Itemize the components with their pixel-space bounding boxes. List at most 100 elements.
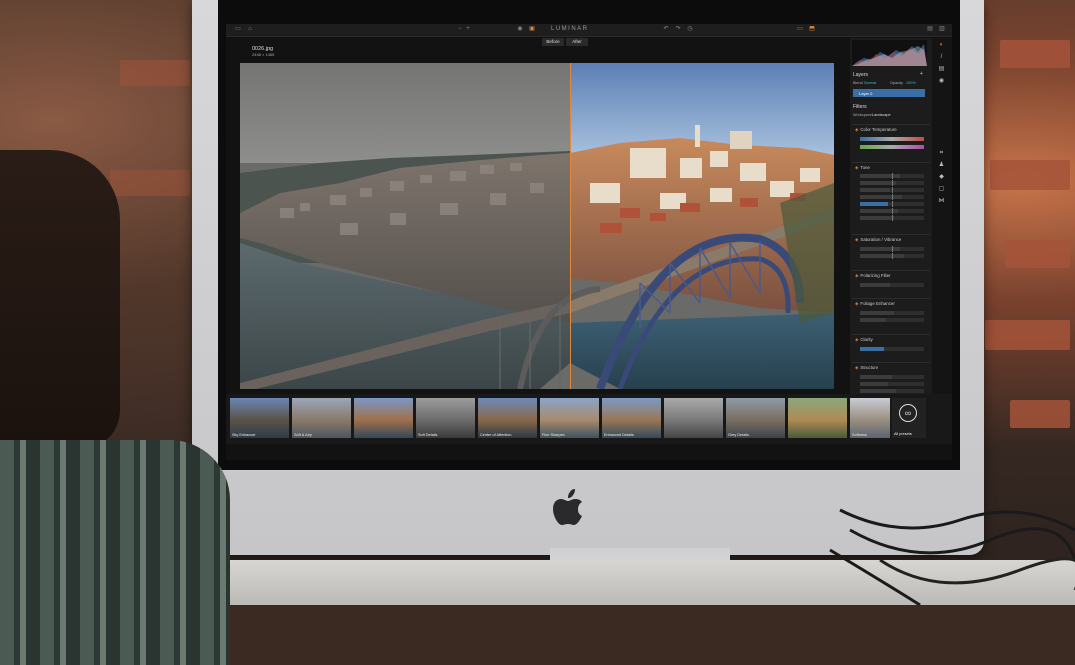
- tone-slider[interactable]: [860, 201, 924, 207]
- file-info: 0026.jpg 2448 × 1465: [252, 46, 274, 58]
- adjust-tool-icon[interactable]: ◐: [938, 42, 945, 48]
- share-icon[interactable]: ⬒: [808, 26, 816, 33]
- tool-strip: ◐ / ▤ ◉ ⌗ ♟ ◆ ▢ ⋈: [932, 38, 952, 394]
- wall-brick: [990, 160, 1070, 190]
- eye-icon[interactable]: ◉: [516, 26, 524, 33]
- clone-tool-icon[interactable]: ♟: [938, 162, 945, 168]
- tone-slider[interactable]: [860, 173, 924, 179]
- preset-thumbnail[interactable]: Sky Enhancer: [230, 398, 289, 438]
- gradient-tool-icon[interactable]: ▤: [938, 66, 945, 72]
- saturation-slider[interactable]: [860, 246, 924, 252]
- all-presets-button[interactable]: ∞ All presets: [892, 398, 926, 438]
- preset-label: Grey Details: [728, 433, 749, 437]
- section-header[interactable]: ◈ Foliage Enhancer: [852, 299, 930, 307]
- opacity-value[interactable]: 100%: [906, 81, 916, 85]
- tone-slider[interactable]: [860, 194, 924, 200]
- wall-brick: [1005, 240, 1070, 268]
- preset-thumbnail[interactable]: [664, 398, 723, 438]
- tone-slider[interactable]: [860, 215, 924, 221]
- add-layer-icon[interactable]: +: [920, 71, 923, 77]
- preset-thumbnail[interactable]: Fine Sharpen: [540, 398, 599, 438]
- open-file-icon[interactable]: ⌂: [246, 26, 254, 33]
- section-title: Color Temperature: [860, 127, 897, 132]
- structure-slider[interactable]: [860, 382, 924, 386]
- brush-tool-icon[interactable]: /: [938, 54, 945, 60]
- radial-tool-icon[interactable]: ◉: [938, 78, 945, 84]
- structure-slider[interactable]: [860, 375, 924, 379]
- undo-icon[interactable]: ↶: [662, 26, 670, 33]
- section-title: Tone: [860, 165, 870, 170]
- transform-tool-icon[interactable]: ⋈: [938, 198, 945, 204]
- tone-slider[interactable]: [860, 180, 924, 186]
- compare-icon[interactable]: ▣: [528, 26, 536, 33]
- zoom-icon[interactable]: −: [456, 26, 464, 33]
- preset-thumbnail[interactable]: [788, 398, 847, 438]
- section-title: Polarizing Filter: [860, 273, 891, 278]
- layer-name: Layer 0: [859, 90, 873, 96]
- app-title: LUMINAR: [551, 26, 589, 32]
- preset-label: Sky Enhancer: [232, 433, 256, 437]
- preset-label: Center of Attention: [480, 433, 512, 437]
- temperature-slider[interactable]: [860, 137, 924, 141]
- wall-brick: [985, 320, 1070, 350]
- section-header[interactable]: ◈ Polarizing Filter: [852, 271, 930, 279]
- preset-thumbnail[interactable]: Soft Details: [416, 398, 475, 438]
- preset-label: Soft Details: [418, 433, 438, 437]
- layout-icon[interactable]: ▭: [796, 26, 804, 33]
- crop-tool-icon[interactable]: ⌗: [938, 150, 945, 156]
- structure-slider[interactable]: [860, 389, 924, 393]
- after-button[interactable]: After: [566, 38, 588, 46]
- preset-thumbnail[interactable]: Softness: [850, 398, 890, 438]
- preset-label: Softness: [852, 433, 867, 437]
- wall-brick: [1000, 40, 1070, 68]
- preset-thumbnail[interactable]: Enhanced Details: [602, 398, 661, 438]
- layer-row[interactable]: Layer 0: [853, 89, 925, 97]
- workspace-value[interactable]: Landscape: [872, 113, 891, 117]
- preset-label: Soft & Airy: [294, 433, 312, 437]
- infinity-icon: ∞: [899, 404, 917, 422]
- foliage-slider[interactable]: [860, 311, 924, 315]
- blend-value[interactable]: Normal: [864, 81, 876, 85]
- section-header[interactable]: ◈ Color Temperature: [852, 125, 930, 133]
- preset-thumbnail[interactable]: [354, 398, 413, 438]
- section-header[interactable]: ◈ Tone: [852, 163, 930, 171]
- preset-thumbnail[interactable]: Soft & Airy: [292, 398, 351, 438]
- sidebar-icon[interactable]: ▭: [234, 26, 242, 33]
- tint-slider[interactable]: [860, 145, 924, 149]
- compare-divider[interactable]: [570, 63, 571, 389]
- preset-label: Fine Sharpen: [542, 433, 565, 437]
- section-header[interactable]: ◈ Structure: [852, 363, 930, 371]
- clarity-section: ◈ Clarity: [852, 334, 930, 357]
- preset-thumbnail[interactable]: Grey Details: [726, 398, 785, 438]
- layers-title: Layers: [853, 72, 869, 78]
- before-button[interactable]: Before: [542, 38, 564, 46]
- erase-tool-icon[interactable]: ◆: [938, 174, 945, 180]
- photo-canvas[interactable]: [240, 63, 834, 389]
- preset-label: Enhanced Details: [604, 433, 634, 437]
- polarizing-filter-section: ◈ Polarizing Filter: [852, 270, 930, 293]
- clarity-slider[interactable]: [860, 347, 924, 351]
- opacity-label: Opacity: [890, 81, 903, 85]
- panels-icon[interactable]: ▥: [938, 26, 946, 33]
- panel-toggle-icon[interactable]: ▤: [926, 26, 934, 33]
- history-icon[interactable]: ◷: [686, 26, 694, 33]
- section-title: Structure: [860, 365, 879, 370]
- transform-tool-icon[interactable]: ▢: [938, 186, 945, 192]
- section-header[interactable]: ◈ Clarity: [852, 335, 930, 343]
- filters-title: Filters: [853, 104, 867, 110]
- preset-filmstrip: Sky Enhancer Soft & Airy Soft Details Ce…: [226, 394, 952, 444]
- preset-thumbnail[interactable]: Center of Attention: [478, 398, 537, 438]
- section-header[interactable]: ◈ Saturation / Vibrance: [852, 235, 930, 243]
- polarizing-slider[interactable]: [860, 283, 924, 287]
- tone-slider[interactable]: [860, 208, 924, 214]
- redo-icon[interactable]: ↷: [674, 26, 682, 33]
- imac-computer: ▭ ⌂ − + ◉ ▣ LUMINAR ↶ ↷ ◷ ▭ ⬒ ▤ ▥ 0026.j…: [192, 0, 984, 555]
- title-bar: ▭ ⌂ − + ◉ ▣ LUMINAR ↶ ↷ ◷ ▭ ⬒ ▤ ▥: [226, 24, 952, 37]
- adjustments-panel: Layers + Blend Normal Opacity 100% Layer…: [850, 38, 932, 394]
- color-temperature-section: ◈ Color Temperature: [852, 124, 930, 161]
- vibrance-slider[interactable]: [860, 253, 924, 259]
- tone-slider[interactable]: [860, 187, 924, 193]
- zoom-in-icon[interactable]: +: [464, 26, 472, 33]
- luminar-window: ▭ ⌂ − + ◉ ▣ LUMINAR ↶ ↷ ◷ ▭ ⬒ ▤ ▥ 0026.j…: [226, 24, 952, 460]
- foliage-slider[interactable]: [860, 318, 924, 322]
